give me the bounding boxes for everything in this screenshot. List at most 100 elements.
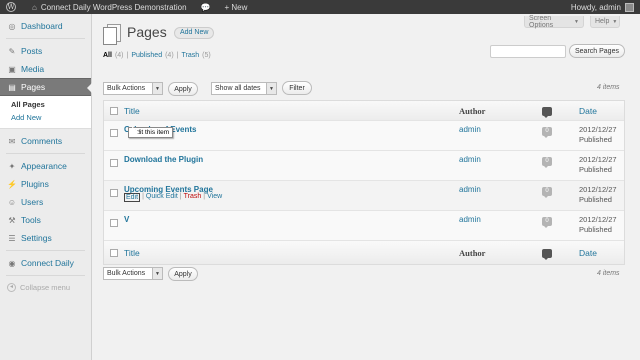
date-value: 2012/12/27 — [579, 215, 617, 224]
page-title: Pages — [127, 24, 167, 40]
add-new-button[interactable]: Add New — [174, 27, 215, 39]
help-button[interactable]: Help ▼ — [590, 16, 620, 28]
menu-posts[interactable]: ✎ Posts — [0, 42, 91, 60]
comments-column-icon[interactable] — [542, 249, 552, 260]
author-link[interactable]: admin — [459, 185, 481, 194]
pages-submenu: All Pages Add New — [0, 96, 91, 129]
table-header: Title Author Date — [104, 101, 624, 121]
collapse-arrow-icon: ◂ — [7, 282, 16, 292]
status-value: Published — [579, 135, 612, 144]
edit-link[interactable]: Edit — [124, 193, 141, 202]
wordpress-logo-icon[interactable]: W — [0, 0, 22, 14]
filter-published[interactable]: Published — [131, 52, 162, 59]
filter-trash-count: (5) — [202, 52, 211, 59]
quick-edit-link[interactable]: Quick Edit — [146, 193, 178, 202]
bulk-actions-select-bottom[interactable]: Bulk Actions ▼ — [103, 267, 163, 280]
menu-tools[interactable]: ⚒ Tools — [0, 211, 91, 229]
action-separator: | — [203, 193, 206, 200]
site-name-link[interactable]: ⌂ Connect Daily WordPress Demonstration — [32, 3, 187, 12]
trash-link[interactable]: Trash — [184, 193, 202, 202]
select-all-checkbox[interactable] — [110, 107, 118, 115]
filter-published-count: (4) — [165, 52, 174, 59]
apply-button[interactable]: Apply — [168, 82, 198, 96]
menu-separator — [6, 38, 85, 39]
comments-column-icon[interactable] — [542, 107, 552, 118]
site-name: Connect Daily WordPress Demonstration — [40, 2, 187, 12]
submenu-all-pages[interactable]: All Pages — [0, 98, 91, 111]
filter-all[interactable]: All — [103, 52, 112, 59]
menu-label: Posts — [21, 46, 43, 56]
menu-comments[interactable]: ✉ Comments — [0, 132, 91, 150]
menu-separator — [6, 250, 85, 251]
apply-button-bottom[interactable]: Apply — [168, 267, 198, 281]
pin-icon: ✎ — [8, 46, 16, 56]
author-link[interactable]: admin — [459, 215, 481, 224]
new-content-button[interactable]: + New — [225, 3, 248, 12]
dates-select[interactable]: Show all dates ▼ — [211, 82, 277, 95]
author-link[interactable]: admin — [459, 125, 481, 134]
search-input[interactable] — [490, 45, 566, 58]
menu-label: Settings — [21, 233, 52, 243]
table-row: Upcoming Events Page Edit | Quick Edit |… — [104, 181, 624, 211]
select-all-checkbox[interactable] — [110, 249, 118, 257]
table-row: V admin 0 2012/12/27 Published — [104, 211, 624, 241]
menu-plugins[interactable]: ⚡ Plugins — [0, 175, 91, 193]
row-checkbox[interactable] — [110, 189, 118, 197]
collapse-menu-button[interactable]: ◂ Collapse menu — [0, 279, 91, 295]
menu-users[interactable]: ☺ Users — [0, 193, 91, 211]
menu-media[interactable]: ▣ Media — [0, 60, 91, 78]
date-value: 2012/12/27 — [579, 125, 617, 134]
search-pages-button[interactable]: Search Pages — [569, 44, 625, 58]
chevron-down-icon: ▼ — [574, 18, 579, 25]
row-checkbox[interactable] — [110, 159, 118, 167]
date-value: 2012/12/27 — [579, 155, 617, 164]
column-title[interactable]: Title — [124, 106, 140, 116]
bulk-actions-select[interactable]: Bulk Actions ▼ — [103, 82, 163, 95]
settings-icon: ☰ — [8, 233, 16, 243]
column-date[interactable]: Date — [579, 248, 597, 258]
action-separator: | — [179, 193, 182, 200]
column-author: Author — [459, 106, 486, 116]
author-link[interactable]: admin — [459, 155, 481, 164]
menu-label: Appearance — [21, 161, 67, 171]
account-menu[interactable]: Howdy, admin — [571, 0, 634, 14]
filter-all-count: (4) — [114, 52, 124, 59]
screen-options-label: Screen Options — [529, 14, 554, 29]
menu-connect-daily[interactable]: ◉ Connect Daily — [0, 254, 91, 272]
chevron-down-icon: ▼ — [266, 83, 276, 94]
filter-trash[interactable]: Trash — [181, 52, 199, 59]
comment-count-badge[interactable]: 0 — [542, 127, 552, 138]
admin-bar: W ⌂ Connect Daily WordPress Demonstratio… — [0, 0, 640, 14]
comment-count-badge[interactable]: 0 — [542, 217, 552, 228]
table-row: Download the Plugin admin 0 2012/12/27 P… — [104, 151, 624, 181]
menu-pages[interactable]: ▤ Pages — [0, 78, 92, 96]
menu-label: Media — [21, 64, 45, 74]
row-actions: Edit | Quick Edit | Trash | View — [124, 193, 222, 202]
column-title[interactable]: Title — [124, 248, 140, 258]
comment-count-badge[interactable]: 0 — [542, 157, 552, 168]
filter-button[interactable]: Filter — [282, 81, 312, 95]
pages-icon — [103, 24, 121, 45]
plugins-icon: ⚡ — [7, 179, 17, 189]
row-checkbox[interactable] — [110, 129, 118, 137]
avatar — [625, 2, 634, 12]
pages-icon: ▤ — [8, 82, 16, 92]
menu-settings[interactable]: ☰ Settings — [0, 229, 91, 247]
appearance-icon: ✦ — [8, 161, 16, 171]
menu-dashboard[interactable]: ◎ Dashboard — [0, 17, 91, 35]
screen-options-button[interactable]: Screen Options ▼ — [524, 14, 584, 29]
comment-count-badge[interactable]: 0 — [542, 187, 552, 198]
row-checkbox[interactable] — [110, 219, 118, 227]
main-content: Screen Options ▼ Help ▼ Pages Add New Al… — [92, 14, 640, 360]
comments-icon[interactable]: 💬 — [201, 3, 211, 12]
status-value: Published — [579, 165, 612, 174]
help-label: Help — [595, 18, 610, 25]
page-title-link[interactable]: Download the Plugin — [124, 155, 203, 164]
column-date[interactable]: Date — [579, 106, 597, 116]
page-title-link[interactable]: V — [124, 215, 129, 224]
view-link[interactable]: View — [207, 193, 222, 202]
users-icon: ☺ — [7, 197, 17, 207]
bulk-actions-value: Bulk Actions — [107, 85, 146, 92]
menu-appearance[interactable]: ✦ Appearance — [0, 157, 91, 175]
submenu-add-new[interactable]: Add New — [0, 111, 91, 124]
